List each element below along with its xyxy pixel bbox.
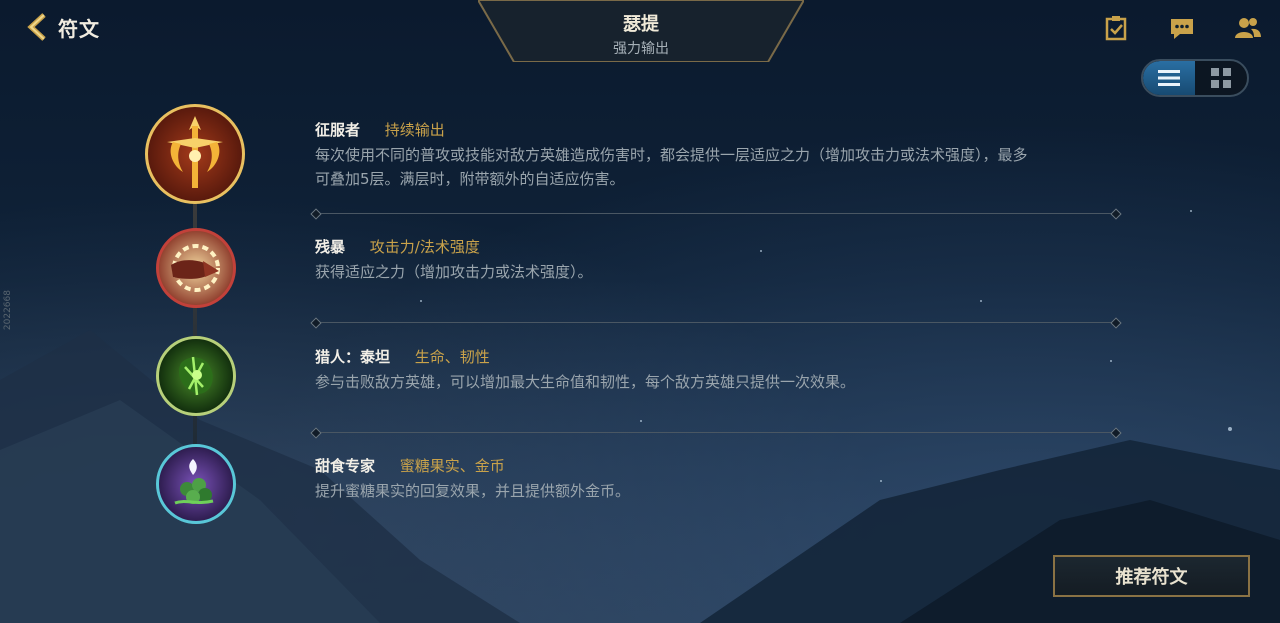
champion-role: 强力输出 <box>613 41 669 57</box>
page-title: 符文 <box>58 16 100 41</box>
build-id: 2022668 <box>3 290 13 331</box>
recommend-runes-button[interactable]: 推荐符文 <box>1053 555 1250 597</box>
rune-description-line: 参与击败敌方英雄，可以增加最大生命值和韧性，每个敌方英雄只提供一次效果。 <box>315 373 856 391</box>
rune-row-hunter-titan: 猎人：泰坦 生命、韧性 参与击败敌方英雄，可以增加最大生命值和韧性，每个敌方英雄… <box>315 347 1125 394</box>
rune-tag: 生命、韧性 <box>414 348 490 366</box>
rune-name: 残暴 <box>315 238 346 256</box>
rune-name: 猎人：泰坦 <box>315 348 391 366</box>
rune-row-brutal: 残暴 攻击力/法术强度 获得适应之力（增加攻击力或法术强度）。 <box>315 237 1125 284</box>
rune-description-line: 可叠加5层。满层时，附带额外的自适应伤害。 <box>315 170 625 188</box>
brutal-icon[interactable] <box>156 228 236 308</box>
friends-icon[interactable] <box>1234 14 1262 42</box>
champion-banner: 瑟提 强力输出 <box>478 0 804 62</box>
rune-description-line: 每次使用不同的普攻或技能对敌方英雄造成伤害时，都会提供一层适应之力（增加攻击力或… <box>315 146 1028 164</box>
hunter-titan-icon[interactable] <box>156 336 236 416</box>
back-button[interactable]: 符文 <box>24 12 100 42</box>
rune-tag: 攻击力/法术强度 <box>369 238 480 256</box>
rune-name: 征服者 <box>315 121 361 139</box>
sweet-tooth-icon[interactable] <box>156 444 236 524</box>
row-divider <box>315 213 1117 214</box>
list-icon <box>1158 70 1180 86</box>
chevron-left-icon <box>27 13 46 41</box>
rune-description-line: 获得适应之力（增加攻击力或法术强度）。 <box>315 263 593 281</box>
mountain-background <box>0 330 1280 623</box>
view-toggle[interactable] <box>1141 59 1249 97</box>
rune-row-conqueror: 征服者 持续输出 每次使用不同的普攻或技能对敌方英雄造成伤害时，都会提供一层适应… <box>315 120 1125 191</box>
list-view-option[interactable] <box>1143 61 1195 95</box>
grid-icon <box>1211 68 1231 88</box>
champion-name: 瑟提 <box>623 14 659 35</box>
rune-name: 甜食专家 <box>315 457 376 475</box>
rune-description-line: 提升蜜糖果实的回复效果，并且提供额外金币。 <box>315 482 631 500</box>
grid-view-option[interactable] <box>1195 61 1247 95</box>
rune-tag: 持续输出 <box>384 121 445 139</box>
rune-tag: 蜜糖果实、金币 <box>399 457 505 475</box>
row-divider <box>315 322 1117 323</box>
row-divider <box>315 432 1117 433</box>
clipboard-check-icon[interactable] <box>1102 14 1130 42</box>
conqueror-icon[interactable] <box>145 104 245 204</box>
rune-row-sweet-tooth: 甜食专家 蜜糖果实、金币 提升蜜糖果实的回复效果，并且提供额外金币。 <box>315 456 1125 503</box>
chat-icon[interactable] <box>1168 14 1196 42</box>
